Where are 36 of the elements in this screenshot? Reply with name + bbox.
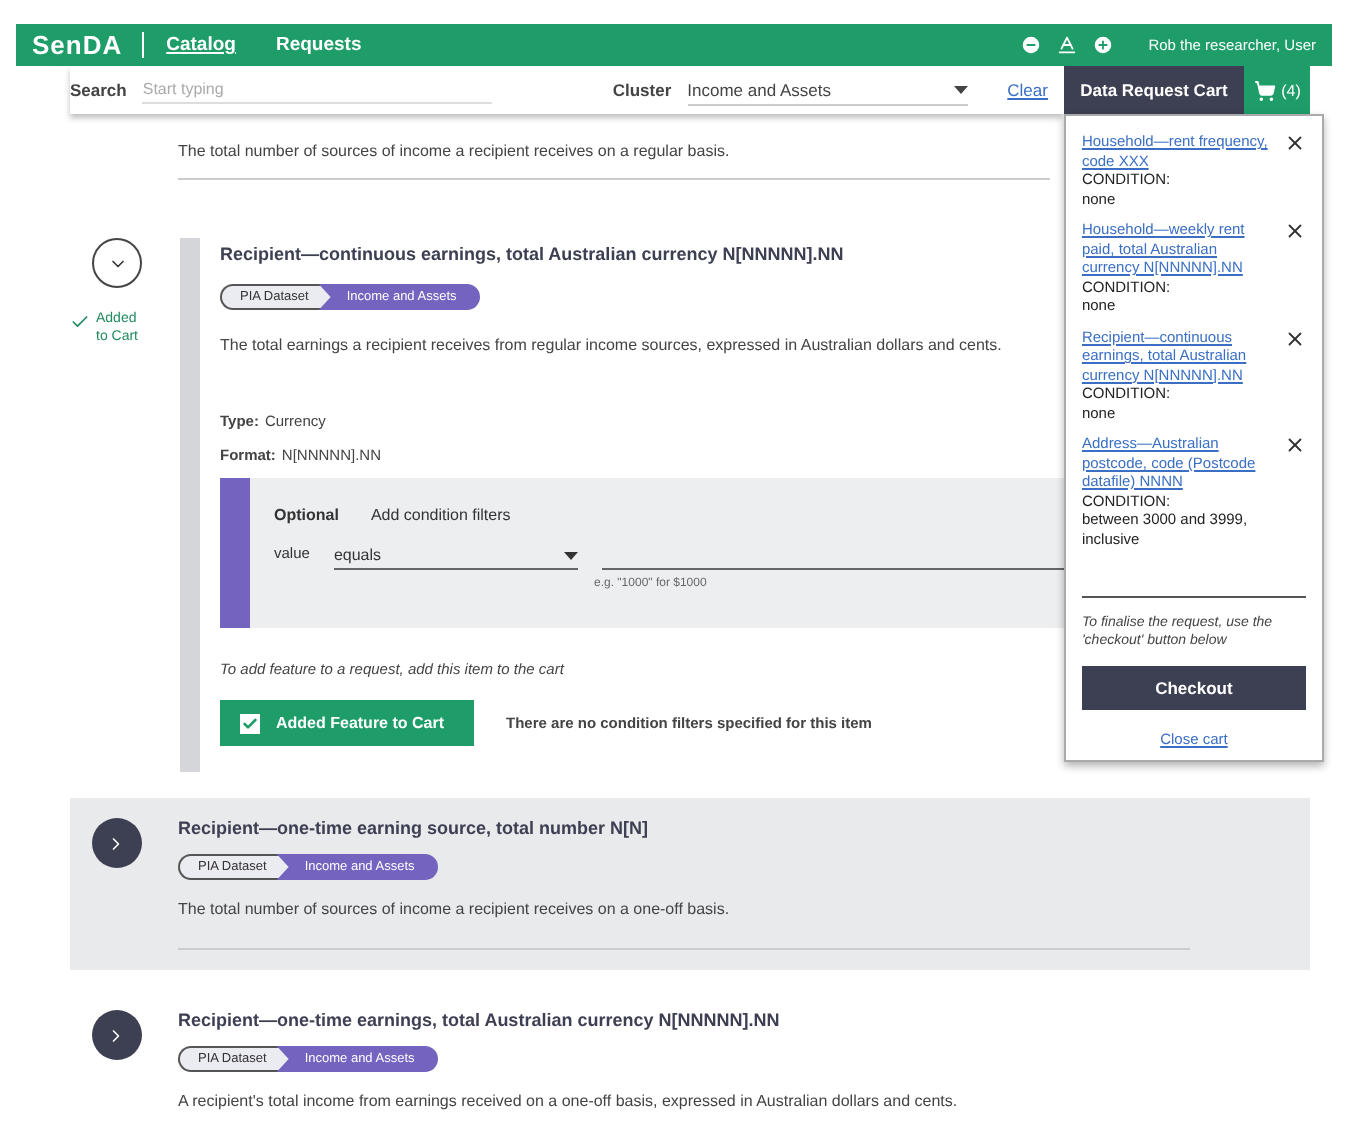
cluster-label: Cluster	[612, 80, 672, 100]
check-icon	[70, 312, 90, 332]
zoom-out-icon[interactable]	[1020, 34, 1043, 56]
expand-button[interactable]	[91, 818, 141, 868]
cart-button[interactable]: (4)	[1243, 66, 1310, 114]
feature-description: The total number of sources of income a recipient receives on a one-off basis.	[178, 898, 732, 920]
feature-description: The total number of sources of income a recipient receives on a regular basis.	[178, 140, 732, 162]
feature-description: The total earnings a recipient receives from regular income sources, expressed in Australian dollars and cents.	[220, 334, 1004, 356]
logo: SenDA	[32, 32, 145, 58]
feature-title: Recipient—one-time earnings, total Australian currency N[NNNNN].NN	[178, 1010, 782, 1030]
search-field[interactable]: Start typing	[142, 76, 493, 104]
zoom-in-icon[interactable]	[1092, 34, 1115, 56]
caret-icon	[563, 551, 578, 559]
cart-title: Data Request Cart	[1063, 66, 1244, 114]
feature-title: Recipient—continuous earnings, total Australian currency N[NNNNN].NN	[220, 244, 846, 264]
text-size-icon[interactable]	[1056, 34, 1079, 56]
caret-icon	[953, 85, 968, 93]
nav-link[interactable]: Catalog	[166, 34, 236, 56]
add-to-cart-button[interactable]: Added Feature to Cart	[220, 700, 475, 746]
cluster-select[interactable]: Income and Assets	[687, 75, 968, 105]
optional-label: Optional	[274, 506, 339, 524]
collapse-button[interactable]	[92, 238, 142, 288]
cart-icon	[1253, 79, 1276, 101]
remove-icon[interactable]	[1283, 132, 1306, 154]
remove-icon[interactable]	[1283, 220, 1306, 242]
remove-icon[interactable]	[1283, 327, 1306, 349]
feature-description: A recipient's total income from earnings received on a one-off basis, expressed in Australian dollars and cents.	[178, 1090, 960, 1112]
remove-icon[interactable]	[1283, 434, 1306, 456]
operator-select[interactable]: equals	[333, 546, 578, 570]
expand-button[interactable]	[91, 1010, 141, 1060]
feature-title: Recipient—one-time earning source, total number N[N]	[178, 818, 651, 838]
checkout-button[interactable]: Checkout	[1081, 666, 1306, 710]
search-label: Search	[70, 80, 127, 100]
clear-link[interactable]: Clear	[1007, 80, 1048, 100]
filter-heading: Add condition filters	[370, 506, 511, 524]
nav-link[interactable]: Requests	[275, 34, 362, 56]
